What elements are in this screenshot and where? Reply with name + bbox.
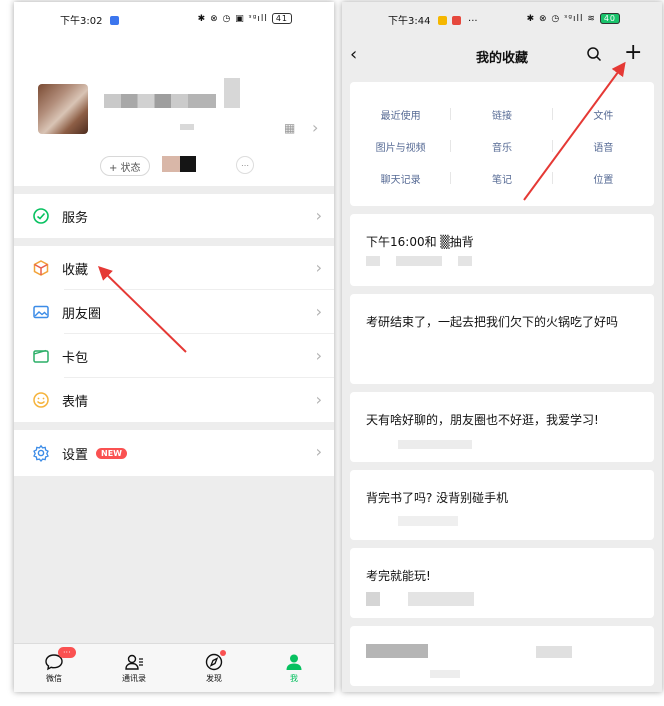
favorite-item-text: 下午16:00和 ▒抽背 (366, 235, 474, 249)
category-recent[interactable]: 最近使用 (350, 98, 452, 130)
notification-icon (437, 16, 447, 25)
service-icon (30, 205, 52, 227)
menu-label: 卡包 (62, 350, 89, 366)
chevron-right-icon: › (315, 390, 322, 409)
favorite-item-text: 考完就能玩! (366, 569, 431, 583)
status-button[interactable]: + 状态 (100, 156, 150, 176)
favorites-screen: 下午3:44 ··· ✱ ⊗ ◷ ᵌᵍıll ≋ 40 ‹ 我的收藏 + 最近使… (342, 2, 662, 692)
tab-me[interactable]: 我 (264, 653, 324, 684)
qr-code-icon[interactable]: ▦ (284, 121, 295, 135)
battery-icon: 40 (599, 13, 620, 24)
menu-item-stickers[interactable]: 表情 › (14, 378, 334, 422)
source-redacted (366, 592, 380, 606)
avatar[interactable] (38, 84, 88, 134)
back-arrow-icon[interactable]: ‹ (350, 44, 357, 65)
tab-label: 微信 (46, 673, 62, 683)
contacts-icon (125, 654, 143, 670)
source-redacted (396, 256, 442, 266)
favorite-item-text: 背完书了吗? 没背别碰手机 (366, 491, 509, 505)
category-grid: 最近使用 链接 文件 图片与视频 音乐 语音 聊天记录 笔记 位置 (350, 82, 654, 206)
menu-item-cards[interactable]: 卡包 › (14, 334, 334, 378)
tab-label: 我 (290, 673, 298, 683)
chevron-right-icon: › (315, 346, 322, 365)
menu-item-moments[interactable]: 朋友圈 › (14, 290, 334, 334)
profile-header[interactable]: ▦ › + 状态 ⋯ (14, 36, 334, 186)
status-time: 下午3:44 (388, 15, 431, 27)
nav-bar: ‹ 我的收藏 + (342, 36, 662, 76)
category-notes[interactable]: 笔记 (451, 162, 553, 194)
source-redacted (398, 516, 458, 526)
new-badge: NEW (96, 447, 127, 459)
status-bar: 下午3:02 ✱ ⊗ ◷ ▣ ᵌᵍıll 41 (14, 2, 334, 36)
favorite-item[interactable]: 下午16:00和 ▒抽背 (350, 214, 654, 286)
chevron-right-icon: › (315, 206, 322, 225)
chevron-right-icon: › (315, 442, 322, 461)
notification-icon (451, 16, 461, 25)
notification-icon (109, 16, 119, 25)
favorite-item[interactable]: 背完书了吗? 没背别碰手机 (350, 470, 654, 540)
menu-label: 表情 (62, 394, 89, 410)
favorite-item[interactable]: 天有啥好聊的，朋友圈也不好逛，我爱学习! (350, 392, 654, 462)
favorite-item[interactable]: 考完就能玩! (350, 548, 654, 618)
category-files[interactable]: 文件 (553, 98, 654, 130)
new-dot-indicator (220, 649, 226, 656)
gear-icon (30, 442, 52, 464)
content-redacted (430, 670, 460, 678)
date-redacted (458, 256, 472, 266)
wechat-me-screen: 下午3:02 ✱ ⊗ ◷ ▣ ᵌᵍıll 41 ▦ › + 状态 ⋯ 服务 › … (14, 2, 334, 692)
category-media[interactable]: 图片与视频 (350, 130, 452, 162)
status-time: 下午3:02 (60, 15, 103, 27)
tab-label: 发现 (206, 673, 222, 683)
content-redacted (366, 644, 428, 658)
chevron-right-icon: › (315, 302, 322, 321)
menu-item-service[interactable]: 服务 › (14, 194, 334, 238)
favorite-item[interactable]: 考研结束了，一起去把我们欠下的火锅吃了好吗 (350, 294, 654, 384)
source-redacted (398, 440, 472, 449)
category-voice[interactable]: 语音 (553, 130, 654, 162)
tab-contacts[interactable]: 通讯录 (104, 653, 164, 684)
bottom-tab-bar: ··· 微信 通讯录 发现 我 (14, 643, 334, 692)
favorite-item[interactable] (350, 626, 654, 686)
menu-label: 设置 (62, 447, 89, 463)
tab-chats[interactable]: ··· 微信 (24, 646, 84, 684)
favorite-item-text: 天有啥好聊的，朋友圈也不好逛，我爱学习! (366, 413, 599, 427)
more-status-icon[interactable]: ⋯ (236, 156, 254, 174)
favorite-item-text: 考研结束了，一起去把我们欠下的火锅吃了好吗 (366, 315, 619, 329)
category-links[interactable]: 链接 (451, 98, 553, 130)
source-redacted (366, 256, 380, 266)
add-icon[interactable]: + (624, 40, 642, 65)
moments-photo-icon (30, 301, 52, 323)
content-redacted (536, 646, 572, 658)
system-icons: ✱ ⊗ ◷ ᵌᵍıll ≋ (526, 14, 596, 24)
smiley-icon (30, 389, 52, 411)
category-chat-history[interactable]: 聊天记录 (350, 162, 452, 194)
menu-item-settings[interactable]: 设置 NEW › (14, 430, 334, 476)
battery-icon: 41 (271, 13, 292, 24)
wallet-icon (30, 345, 52, 367)
status-bar: 下午3:44 ··· ✱ ⊗ ◷ ᵌᵍıll ≋ 40 (342, 2, 662, 36)
menu-item-favorites[interactable]: 收藏 › (14, 246, 334, 290)
favorites-cube-icon (30, 257, 52, 279)
source-redacted (408, 592, 474, 606)
menu-label: 朋友圈 (62, 306, 102, 322)
menu-label: 收藏 (62, 262, 89, 278)
chevron-right-icon: › (315, 258, 322, 277)
category-location[interactable]: 位置 (553, 162, 654, 194)
search-icon[interactable] (586, 46, 602, 66)
page-title: 我的收藏 (475, 50, 528, 66)
system-icons: ✱ ⊗ ◷ ▣ ᵌᵍıll (197, 14, 268, 24)
tab-discover[interactable]: 发现 (184, 649, 244, 684)
unread-badge: ··· (58, 646, 76, 658)
tab-label: 通讯录 (122, 673, 146, 683)
chevron-right-icon: › (312, 118, 319, 137)
menu-label: 服务 (62, 210, 89, 226)
person-icon (286, 654, 302, 670)
category-music[interactable]: 音乐 (451, 130, 553, 162)
